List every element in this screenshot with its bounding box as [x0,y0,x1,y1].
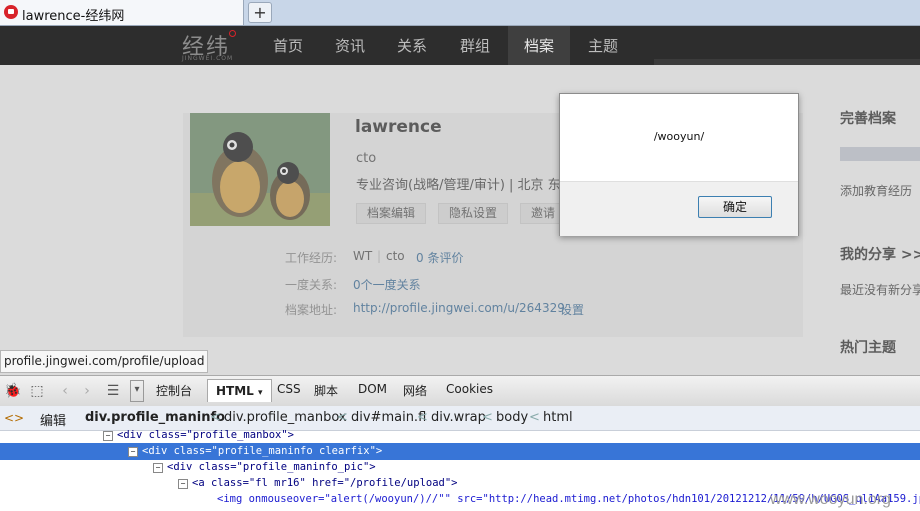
nav-item-profile[interactable]: 档案 [508,26,570,65]
tab-title: lawrence-经纬网 [22,9,125,24]
crumb-profile-manbox[interactable]: div.profile_manbox [224,410,347,425]
crumb-main[interactable]: div#main.fl [351,410,426,425]
crumb-separator: < [337,410,348,425]
tab-css[interactable]: CSS [277,382,301,396]
browser-tabstrip: lawrence-经纬网 + [0,0,920,26]
tab-dom[interactable]: DOM [358,382,387,396]
inspect-element-icon[interactable]: ⬚ [28,382,46,400]
tab-cookies[interactable]: Cookies [446,382,493,396]
tab-console[interactable]: 控制台 [156,382,192,399]
tree-line-text: <a class="fl mr16" href="/profile/upload… [192,477,458,489]
nav-item-relations[interactable]: 关系 [386,26,438,65]
collapse-toggle-icon[interactable]: − [128,447,138,457]
site-logo[interactable]: 经纬 JINGWEI.COM [182,29,236,62]
menu-list-icon[interactable]: ☰ [104,382,122,400]
crumb-separator: < [210,410,221,425]
code-toggle-icon[interactable]: <> [4,409,24,427]
tab-script[interactable]: 脚本 [314,382,338,399]
logo-subtext: JINGWEI.COM [182,55,234,62]
logo-dot-icon [229,30,236,37]
collapse-toggle-icon[interactable]: − [103,431,113,441]
alert-footer: 确定 [560,181,798,236]
alert-ok-button[interactable]: 确定 [698,196,772,218]
site-navbar: 经纬 JINGWEI.COM 首页 资讯 关系 群组 档案 主题 [0,26,920,84]
crumb-body[interactable]: body [496,410,528,425]
status-url: profile.jingwei.com/profile/upload [0,350,209,373]
tree-line-text: <div class="profile_manbox"> [117,429,295,441]
back-arrow-icon[interactable]: ‹ [56,382,74,400]
tab-html-dropdown-icon: ▾ [258,388,263,398]
tree-line-text: <div class="profile_maninfo clearfix"> [142,445,383,457]
tree-line[interactable]: − <div class="profile_manbox"> [0,427,920,444]
firebug-toolbar: 🐞 ⬚ ‹ › ☰ ▾ 控制台 HTML ▾ CSS 脚本 DOM 网络 Coo… [0,375,920,407]
browser-tab[interactable]: lawrence-经纬网 [0,0,244,25]
tree-line[interactable]: − <div class="profile_maninfo_pic"> [0,459,920,476]
alert-message: /wooyun/ [653,130,705,143]
crumb-separator: < [417,410,428,425]
dropdown-arrow-icon[interactable]: ▾ [130,380,144,402]
tab-network[interactable]: 网络 [403,382,427,399]
tab-html[interactable]: HTML ▾ [207,379,272,402]
nav-item-news[interactable]: 资讯 [324,26,376,65]
new-tab-button[interactable]: + [248,2,272,23]
tree-line-text: <div class="profile_maninfo_pic"> [167,461,376,473]
crumb-wrap[interactable]: div.wrap [431,410,486,425]
forward-arrow-icon[interactable]: › [78,382,96,400]
tree-line[interactable]: − <a class="fl mr16" href="/profile/uplo… [0,475,920,492]
collapse-toggle-icon[interactable]: − [178,479,188,489]
site-favicon-icon [4,5,18,19]
nav-item-topics[interactable]: 主题 [577,26,629,65]
firebug-bug-icon[interactable]: 🐞 [4,382,22,400]
nav-item-home[interactable]: 首页 [262,26,314,65]
crumb-html[interactable]: html [543,410,573,425]
watermark-text: www.wooyun.org [770,491,891,508]
crumb-separator: < [482,410,493,425]
crumb-separator: < [529,410,540,425]
tab-html-label: HTML [216,384,254,398]
nav-item-groups[interactable]: 群组 [449,26,501,65]
tree-line-selected[interactable]: − <div class="profile_maninfo clearfix"> [0,443,920,460]
collapse-toggle-icon[interactable]: − [153,463,163,473]
crumb-profile-maninfo[interactable]: div.profile_maninfo [85,410,225,425]
alert-dialog: /wooyun/ 确定 [559,93,799,236]
